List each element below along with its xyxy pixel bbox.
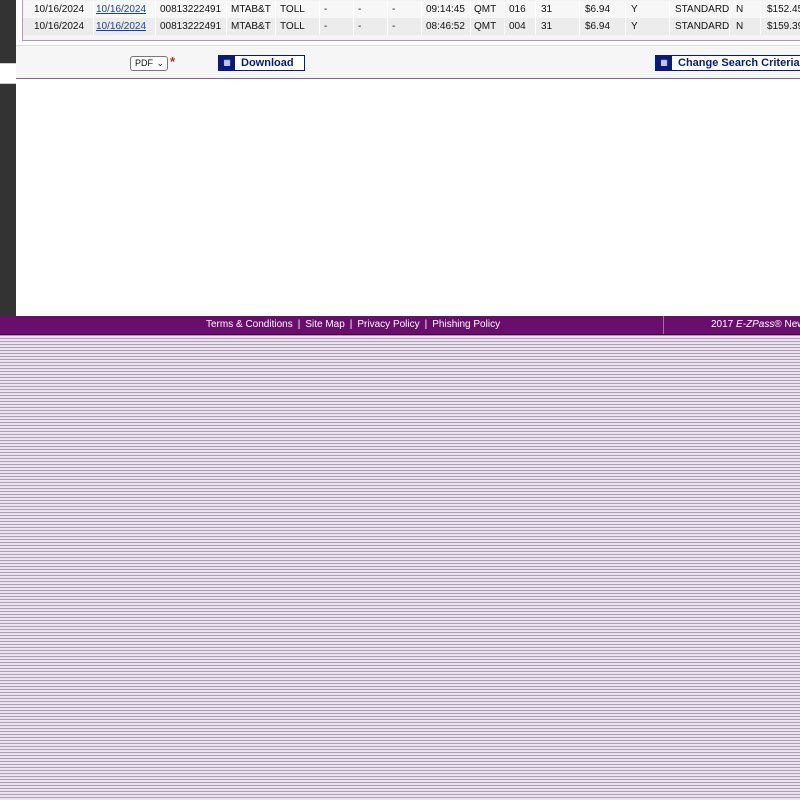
table-cell-flag: Y xyxy=(631,21,638,32)
table-row: 10/16/2024 10/16/2024 00813222491 MTAB&T… xyxy=(23,18,800,35)
footer-divider xyxy=(663,316,664,334)
footer-separator: | xyxy=(424,319,428,330)
change-search-criteria-label: Change Search Criteria xyxy=(678,57,800,69)
copyright-brand: E-ZPass xyxy=(736,319,775,330)
format-select-value: PDF xyxy=(135,58,153,68)
table-row: 10/16/2024 10/16/2024 00813222491 MTAB&T… xyxy=(23,1,800,18)
download-button[interactable]: ▦ Download xyxy=(218,55,305,71)
table-cell-class: 31 xyxy=(541,21,553,32)
footer-link-site-map[interactable]: Site Map xyxy=(305,319,344,330)
grid-icon: ▦ xyxy=(656,56,672,70)
chevron-down-icon: ⌄ xyxy=(156,58,164,68)
table-cell-agency: MTAB&T xyxy=(231,4,271,15)
footer-link-phishing[interactable]: Phishing Policy xyxy=(432,319,500,330)
footer-links: Terms & Conditions | Site Map | Privacy Poli… xyxy=(206,316,500,334)
table-cell-entry-lane: - xyxy=(358,4,362,15)
table-cell-flag-2: N xyxy=(736,4,744,15)
download-button-label: Download xyxy=(241,57,294,69)
table-cell-balance: $152.45 xyxy=(767,4,800,15)
table-cell-type: TOLL xyxy=(280,4,305,15)
table-cell-flag-2: N xyxy=(736,21,744,32)
change-search-criteria-button[interactable]: ▦ Change Search Criteria xyxy=(655,55,800,71)
table-cell-exit-plaza: QMT xyxy=(474,21,497,32)
table-cell-posting-date: 10/16/2024 xyxy=(34,4,85,15)
table-cell-entry-time: - xyxy=(392,21,396,32)
grid-icon: ▦ xyxy=(219,56,235,70)
table-cell-plan: STANDARD xyxy=(675,4,730,15)
table-cell-balance: $159.39 xyxy=(767,21,800,32)
footer-copyright: 2017 E-ZPass® New York xyxy=(711,316,800,334)
footer-link-privacy[interactable]: Privacy Policy xyxy=(357,319,419,330)
export-toolbar: PDF ⌄ * ▦ Download ▦ Change Search Crite… xyxy=(16,45,800,79)
footer-separator: | xyxy=(349,319,353,330)
table-cell-entry-plaza: - xyxy=(324,4,328,15)
left-sidebar-panel xyxy=(0,63,16,84)
table-cell-exit-time: 08:46:52 xyxy=(426,21,465,32)
table-cell-class: 31 xyxy=(541,4,553,15)
table-cell-agency: MTAB&T xyxy=(231,21,271,32)
table-cell-amount: $6.94 xyxy=(585,21,611,32)
copyright-rest: ® New York xyxy=(774,319,800,330)
table-cell-exit-lane: 016 xyxy=(509,4,526,15)
table-cell-exit-plaza: QMT xyxy=(474,4,497,15)
table-cell-exit-time: 09:14:45 xyxy=(426,4,465,15)
copyright-year: 2017 xyxy=(711,319,734,330)
table-cell-amount: $6.94 xyxy=(585,4,611,15)
format-select[interactable]: PDF ⌄ xyxy=(130,56,168,71)
table-cell-entry-plaza: - xyxy=(324,21,328,32)
table-cell-transaction-date-link[interactable]: 10/16/2024 xyxy=(96,18,146,35)
table-cell-exit-lane: 004 xyxy=(509,21,526,32)
table-cell-type: TOLL xyxy=(280,21,305,32)
table-cell-entry-time: - xyxy=(392,4,396,15)
table-cell-tag-number: 00813222491 xyxy=(160,21,222,32)
table-cell-plan: STANDARD xyxy=(675,21,730,32)
transactions-table: 10/16/2024 10/16/2024 00813222491 MTAB&T… xyxy=(22,0,800,41)
footer-link-terms[interactable]: Terms & Conditions xyxy=(206,319,293,330)
footer: Terms & Conditions | Site Map | Privacy Poli… xyxy=(0,316,800,335)
table-cell-flag: Y xyxy=(631,4,638,15)
table-cell-entry-lane: - xyxy=(358,21,362,32)
footer-separator: | xyxy=(297,319,301,330)
main-content: 10/16/2024 10/16/2024 00813222491 MTAB&T… xyxy=(16,0,800,316)
table-cell-posting-date: 10/16/2024 xyxy=(34,21,85,32)
required-marker: * xyxy=(170,54,176,69)
left-sidebar xyxy=(0,0,16,316)
table-cell-tag-number: 00813222491 xyxy=(160,4,222,15)
table-cell-transaction-date-link[interactable]: 10/16/2024 xyxy=(96,1,146,18)
